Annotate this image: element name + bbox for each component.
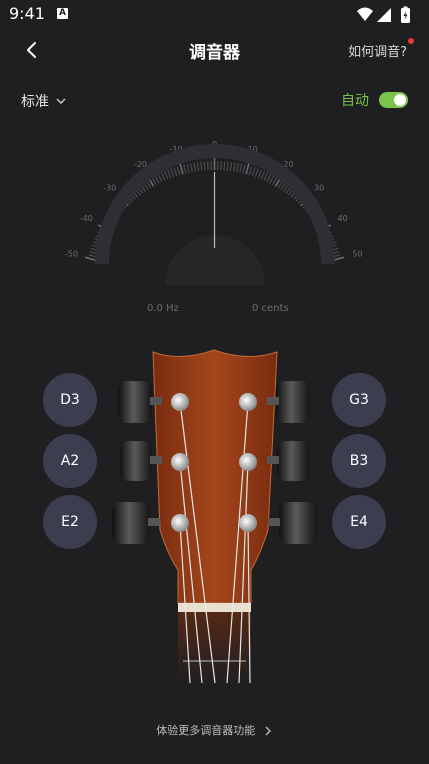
signal-icon [377,8,391,22]
gauge-tick [200,161,203,171]
gauge-tick [157,173,163,183]
gauge-tick [251,167,256,177]
tuner-knob-left-2 [120,441,162,481]
tuner-knob-right-3 [268,502,317,544]
gauge-tick [266,173,272,183]
tuning-label: 标准 [21,94,49,110]
header: 调音器 如何调音? [0,30,429,70]
auto-label: 自动 [341,93,369,109]
gauge-tick [226,161,229,171]
gauge-tick [163,170,169,180]
cents-readout: 0 cents [252,303,289,314]
string-button-a2[interactable]: A2 [43,434,97,488]
gauge-tick [254,168,259,178]
gauge-tick [232,162,236,172]
peg-post-right-2 [239,453,257,471]
gauge-tick [173,167,178,177]
notification-icon: A [57,8,68,19]
status-time: 9:41 [9,4,45,23]
toggle-knob [394,94,406,106]
peg-post-left-2 [171,453,189,471]
gauge-scale-label: 50 [352,250,362,259]
gauge-tick [269,174,275,184]
peg-post-right-3 [239,514,257,532]
gauge-tick [263,172,269,181]
gauge-tick [160,172,166,181]
wifi-icon [357,7,373,21]
string-button-e2[interactable]: E2 [43,495,97,549]
gauge-tick [229,162,233,172]
peg-post-left-3 [171,514,189,532]
gauge-tick [248,166,253,176]
tuner-knob-left-3 [112,502,160,544]
status-bar: 9:41 A [0,0,429,30]
tuning-gauge: -50-40-30-20-1001020304050 [65,140,363,285]
gauge-tick [196,162,200,172]
tuning-dropdown[interactable]: 标准 [21,90,67,112]
auto-toggle[interactable] [379,92,408,108]
gauge-tick [186,163,190,173]
gauge-tick [170,168,175,178]
gauge-tick [239,163,243,173]
gauge-tick [166,169,172,179]
gauge-scale-label: -40 [80,214,93,223]
gauge-tick [193,162,197,172]
system-icons [357,6,410,23]
gauge-tick [179,162,184,175]
string-button-g3[interactable]: G3 [332,373,386,427]
gauge-tick [242,164,246,174]
string-button-d3[interactable]: D3 [43,373,97,427]
help-link[interactable]: 如何调音? [348,41,407,60]
gauge-scale-label: -30 [103,183,116,192]
gauge-tick [154,174,160,184]
gauge-scale-label: 40 [338,214,348,223]
peg-post-left-1 [171,393,189,411]
guitar-nut [178,603,251,612]
gauge-tick [260,170,266,180]
chevron-right-icon [265,726,271,736]
peg-post-right-1 [239,393,257,411]
more-features-link[interactable]: 体验更多调音器功能 [0,722,429,738]
gauge-tick [223,161,226,171]
chevron-down-icon [56,98,66,104]
tuner-knob-right-2 [267,441,309,481]
gauge-tick [245,162,250,175]
gauge-tick [176,166,181,176]
gauge-tick [189,163,193,173]
gauge-tick [203,161,206,171]
string-button-e4[interactable]: E4 [332,495,386,549]
frequency-readout: 0.0 Hz [147,303,179,314]
gauge-tick [183,164,187,174]
gauge-tick [236,163,240,173]
more-features-label: 体验更多调音器功能 [156,724,256,737]
gauge-scale-label: 30 [314,183,324,192]
auto-mode: 自动 [341,89,408,111]
gauge-tick [84,256,97,262]
string-button-b3[interactable]: B3 [332,434,386,488]
help-badge-dot [408,38,414,44]
gauge-scale-label: -50 [65,250,78,259]
gauge-tick [257,169,263,179]
headstock-body [152,349,278,604]
